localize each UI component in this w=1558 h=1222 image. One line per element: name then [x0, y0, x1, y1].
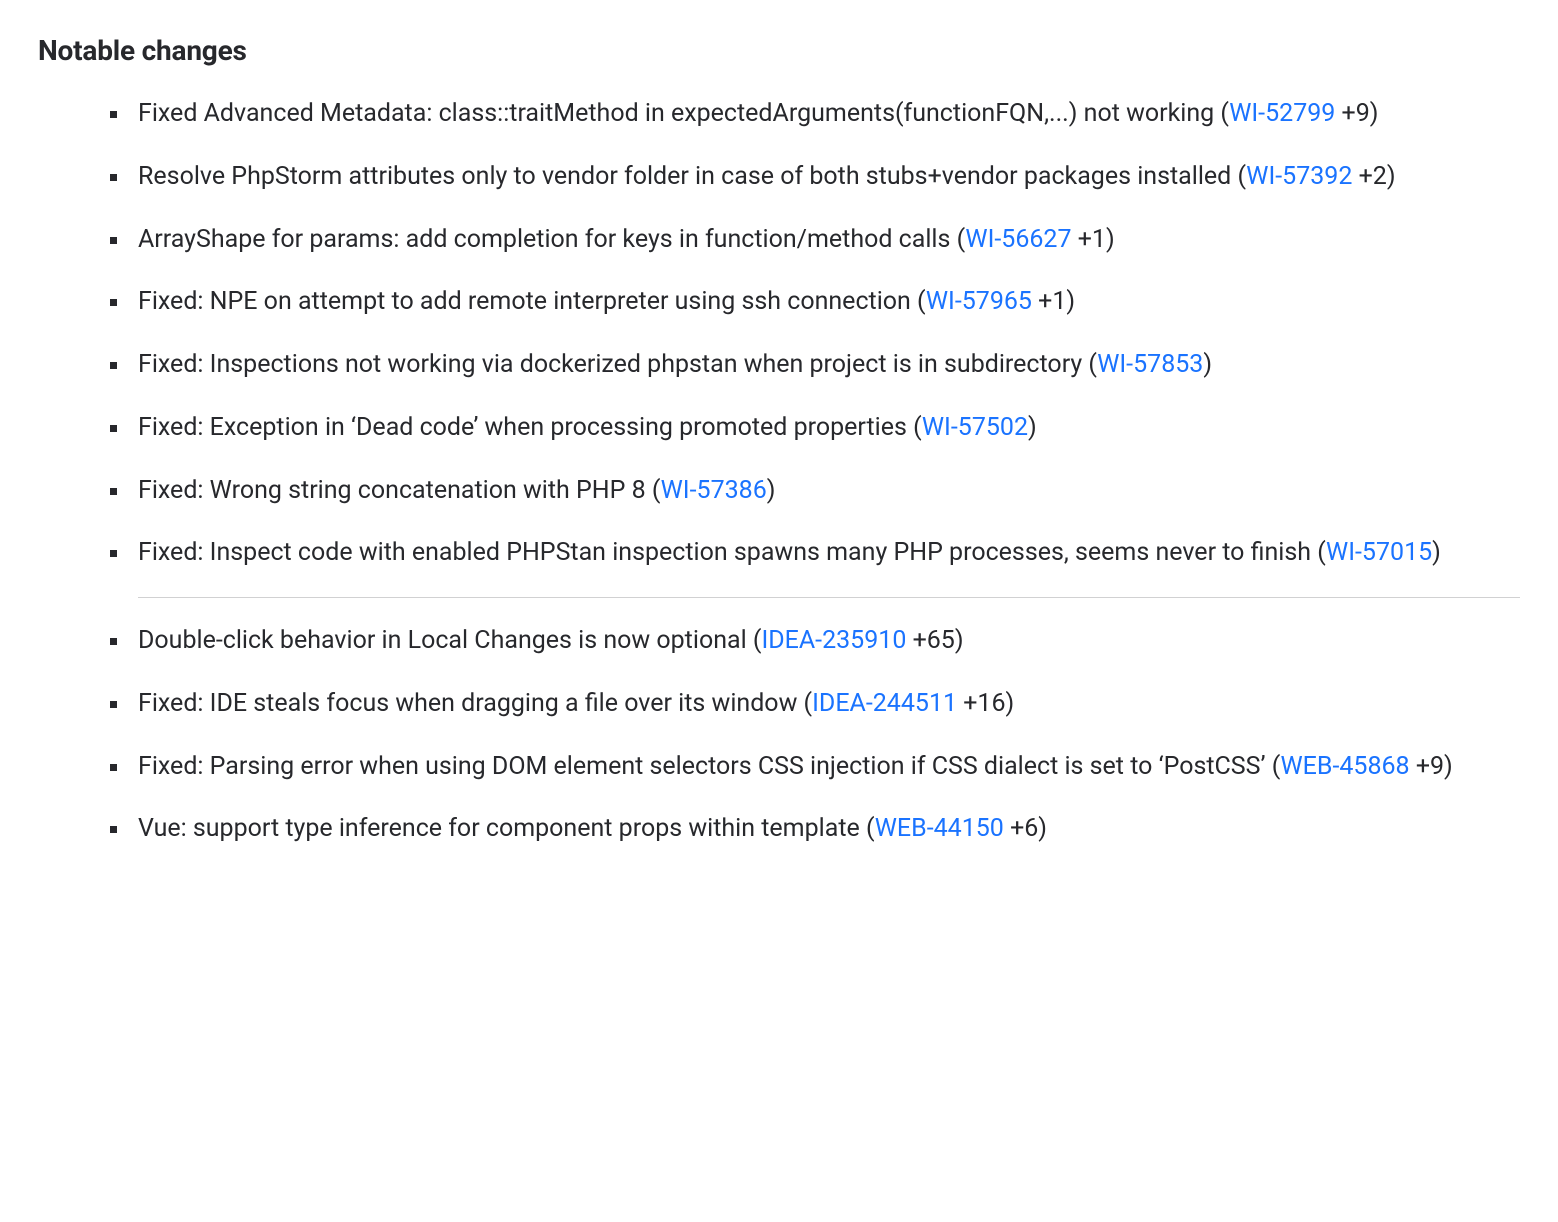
item-suffix: +1)	[1032, 287, 1075, 316]
list-item: Fixed: Parsing error when using DOM elem…	[110, 748, 1520, 787]
list-item: Fixed Advanced Metadata: class::traitMet…	[110, 95, 1520, 134]
section-divider	[138, 597, 1520, 598]
list-item: ArrayShape for params: add completion fo…	[110, 221, 1520, 260]
changes-list: Fixed Advanced Metadata: class::traitMet…	[38, 95, 1520, 849]
item-text: Fixed: Wrong string concatenation with P…	[138, 476, 661, 505]
item-text: Fixed: Exception in ‘Dead code’ when pro…	[138, 413, 922, 442]
list-item: Vue: support type inference for componen…	[110, 810, 1520, 849]
list-item: Double-click behavior in Local Changes i…	[110, 622, 1520, 661]
list-item: Fixed: Wrong string concatenation with P…	[110, 472, 1520, 511]
item-suffix: )	[1028, 413, 1037, 442]
item-suffix: )	[1203, 350, 1212, 379]
item-suffix: )	[767, 476, 776, 505]
item-text: Fixed: Inspections not working via docke…	[138, 350, 1097, 379]
ticket-link[interactable]: WI-57386	[661, 476, 767, 505]
list-item: Fixed: Inspections not working via docke…	[110, 346, 1520, 385]
ticket-link[interactable]: WI-57392	[1246, 162, 1352, 191]
ticket-link[interactable]: WI-56627	[965, 225, 1071, 254]
item-text: Fixed: NPE on attempt to add remote inte…	[138, 287, 926, 316]
item-suffix: +9)	[1335, 99, 1378, 128]
item-suffix: +6)	[1004, 814, 1047, 843]
item-text: Fixed Advanced Metadata: class::traitMet…	[138, 99, 1229, 128]
item-text: Double-click behavior in Local Changes i…	[138, 626, 761, 655]
item-suffix: +9)	[1410, 752, 1453, 781]
item-text: Vue: support type inference for componen…	[138, 814, 875, 843]
ticket-link[interactable]: WI-57502	[922, 413, 1028, 442]
ticket-link[interactable]: WI-52799	[1229, 99, 1335, 128]
ticket-link[interactable]: WEB-45868	[1280, 752, 1409, 781]
ticket-link[interactable]: WI-57853	[1097, 350, 1203, 379]
list-item: Resolve PhpStorm attributes only to vend…	[110, 158, 1520, 197]
ticket-link[interactable]: WI-57015	[1326, 538, 1432, 567]
ticket-link[interactable]: WI-57965	[926, 287, 1032, 316]
item-text: Fixed: Inspect code with enabled PHPStan…	[138, 538, 1326, 567]
item-text: Fixed: Parsing error when using DOM elem…	[138, 752, 1280, 781]
list-item: Fixed: Inspect code with enabled PHPStan…	[110, 534, 1520, 573]
list-item: Fixed: Exception in ‘Dead code’ when pro…	[110, 409, 1520, 448]
item-text: ArrayShape for params: add completion fo…	[138, 225, 965, 254]
ticket-link[interactable]: WEB-44150	[875, 814, 1004, 843]
item-text: Resolve PhpStorm attributes only to vend…	[138, 162, 1246, 191]
list-item: Fixed: NPE on attempt to add remote inte…	[110, 283, 1520, 322]
ticket-link[interactable]: IDEA-235910	[761, 626, 906, 655]
ticket-link[interactable]: IDEA-244511	[812, 689, 957, 718]
item-suffix: +65)	[906, 626, 963, 655]
section-heading: Notable changes	[38, 34, 1520, 67]
item-suffix: )	[1432, 538, 1441, 567]
item-suffix: +16)	[957, 689, 1014, 718]
item-suffix: +1)	[1072, 225, 1115, 254]
item-suffix: +2)	[1352, 162, 1395, 191]
list-item: Fixed: IDE steals focus when dragging a …	[110, 685, 1520, 724]
item-text: Fixed: IDE steals focus when dragging a …	[138, 689, 812, 718]
